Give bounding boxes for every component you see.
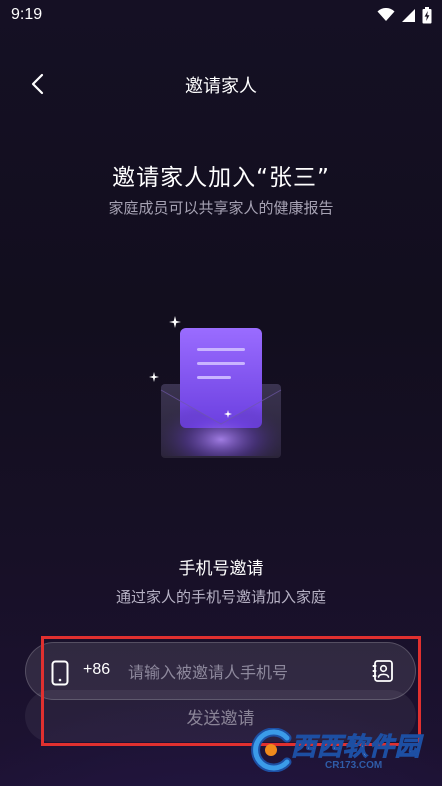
contacts-icon[interactable]	[371, 659, 395, 683]
watermark-url: CR173.COM	[325, 760, 383, 771]
envelope-letter-icon	[149, 316, 282, 458]
phone-number-input[interactable]	[126, 657, 360, 687]
watermark-logo: 西西软件园 CR173.COM	[249, 726, 435, 778]
signal-icon	[402, 8, 415, 22]
country-code[interactable]: +86	[83, 661, 110, 679]
phone-invite-description: 通过家人的手机号邀请加入家庭	[115, 588, 326, 606]
mobile-phone-icon	[51, 660, 69, 686]
watermark-c-icon	[251, 728, 292, 772]
battery-charging-icon	[422, 6, 432, 23]
wifi-icon	[377, 8, 395, 21]
status-time: 9:19	[11, 6, 43, 23]
invite-description: 家庭成员可以共享家人的健康报告	[108, 199, 334, 217]
invite-heading: 邀请家人加入“张三”	[112, 165, 330, 191]
page-title: 邀请家人	[185, 76, 257, 97]
status-bar: 9:19	[0, 0, 442, 32]
status-icons	[377, 6, 432, 24]
watermark-text: 西西软件园	[290, 732, 422, 762]
phone-invite-heading: 手机号邀请	[178, 559, 264, 579]
invite-family-screen: 9:19 邀请家人 邀请家人加入“张三” 家庭成员可以共享家人的健康报告 手机号…	[0, 0, 442, 786]
